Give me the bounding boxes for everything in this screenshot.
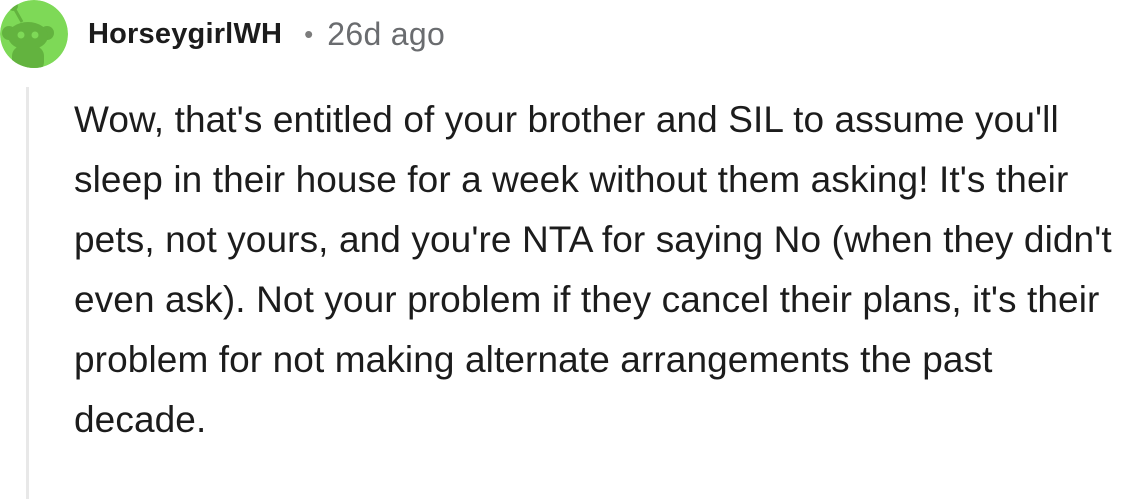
username[interactable]: HorseygirlWH (88, 18, 282, 51)
thread-collapse-line[interactable] (26, 87, 29, 499)
avatar[interactable] (0, 0, 68, 68)
comment-meta: HorseygirlWH • 26d ago (88, 14, 445, 54)
meta-separator: • (304, 18, 314, 49)
reddit-snoo-avatar-icon (0, 0, 68, 68)
timestamp: 26d ago (327, 15, 446, 52)
comment: HorseygirlWH • 26d ago Wow, that's entit… (0, 0, 1130, 499)
comment-body: Wow, that's entitled of your brother and… (74, 99, 1112, 440)
